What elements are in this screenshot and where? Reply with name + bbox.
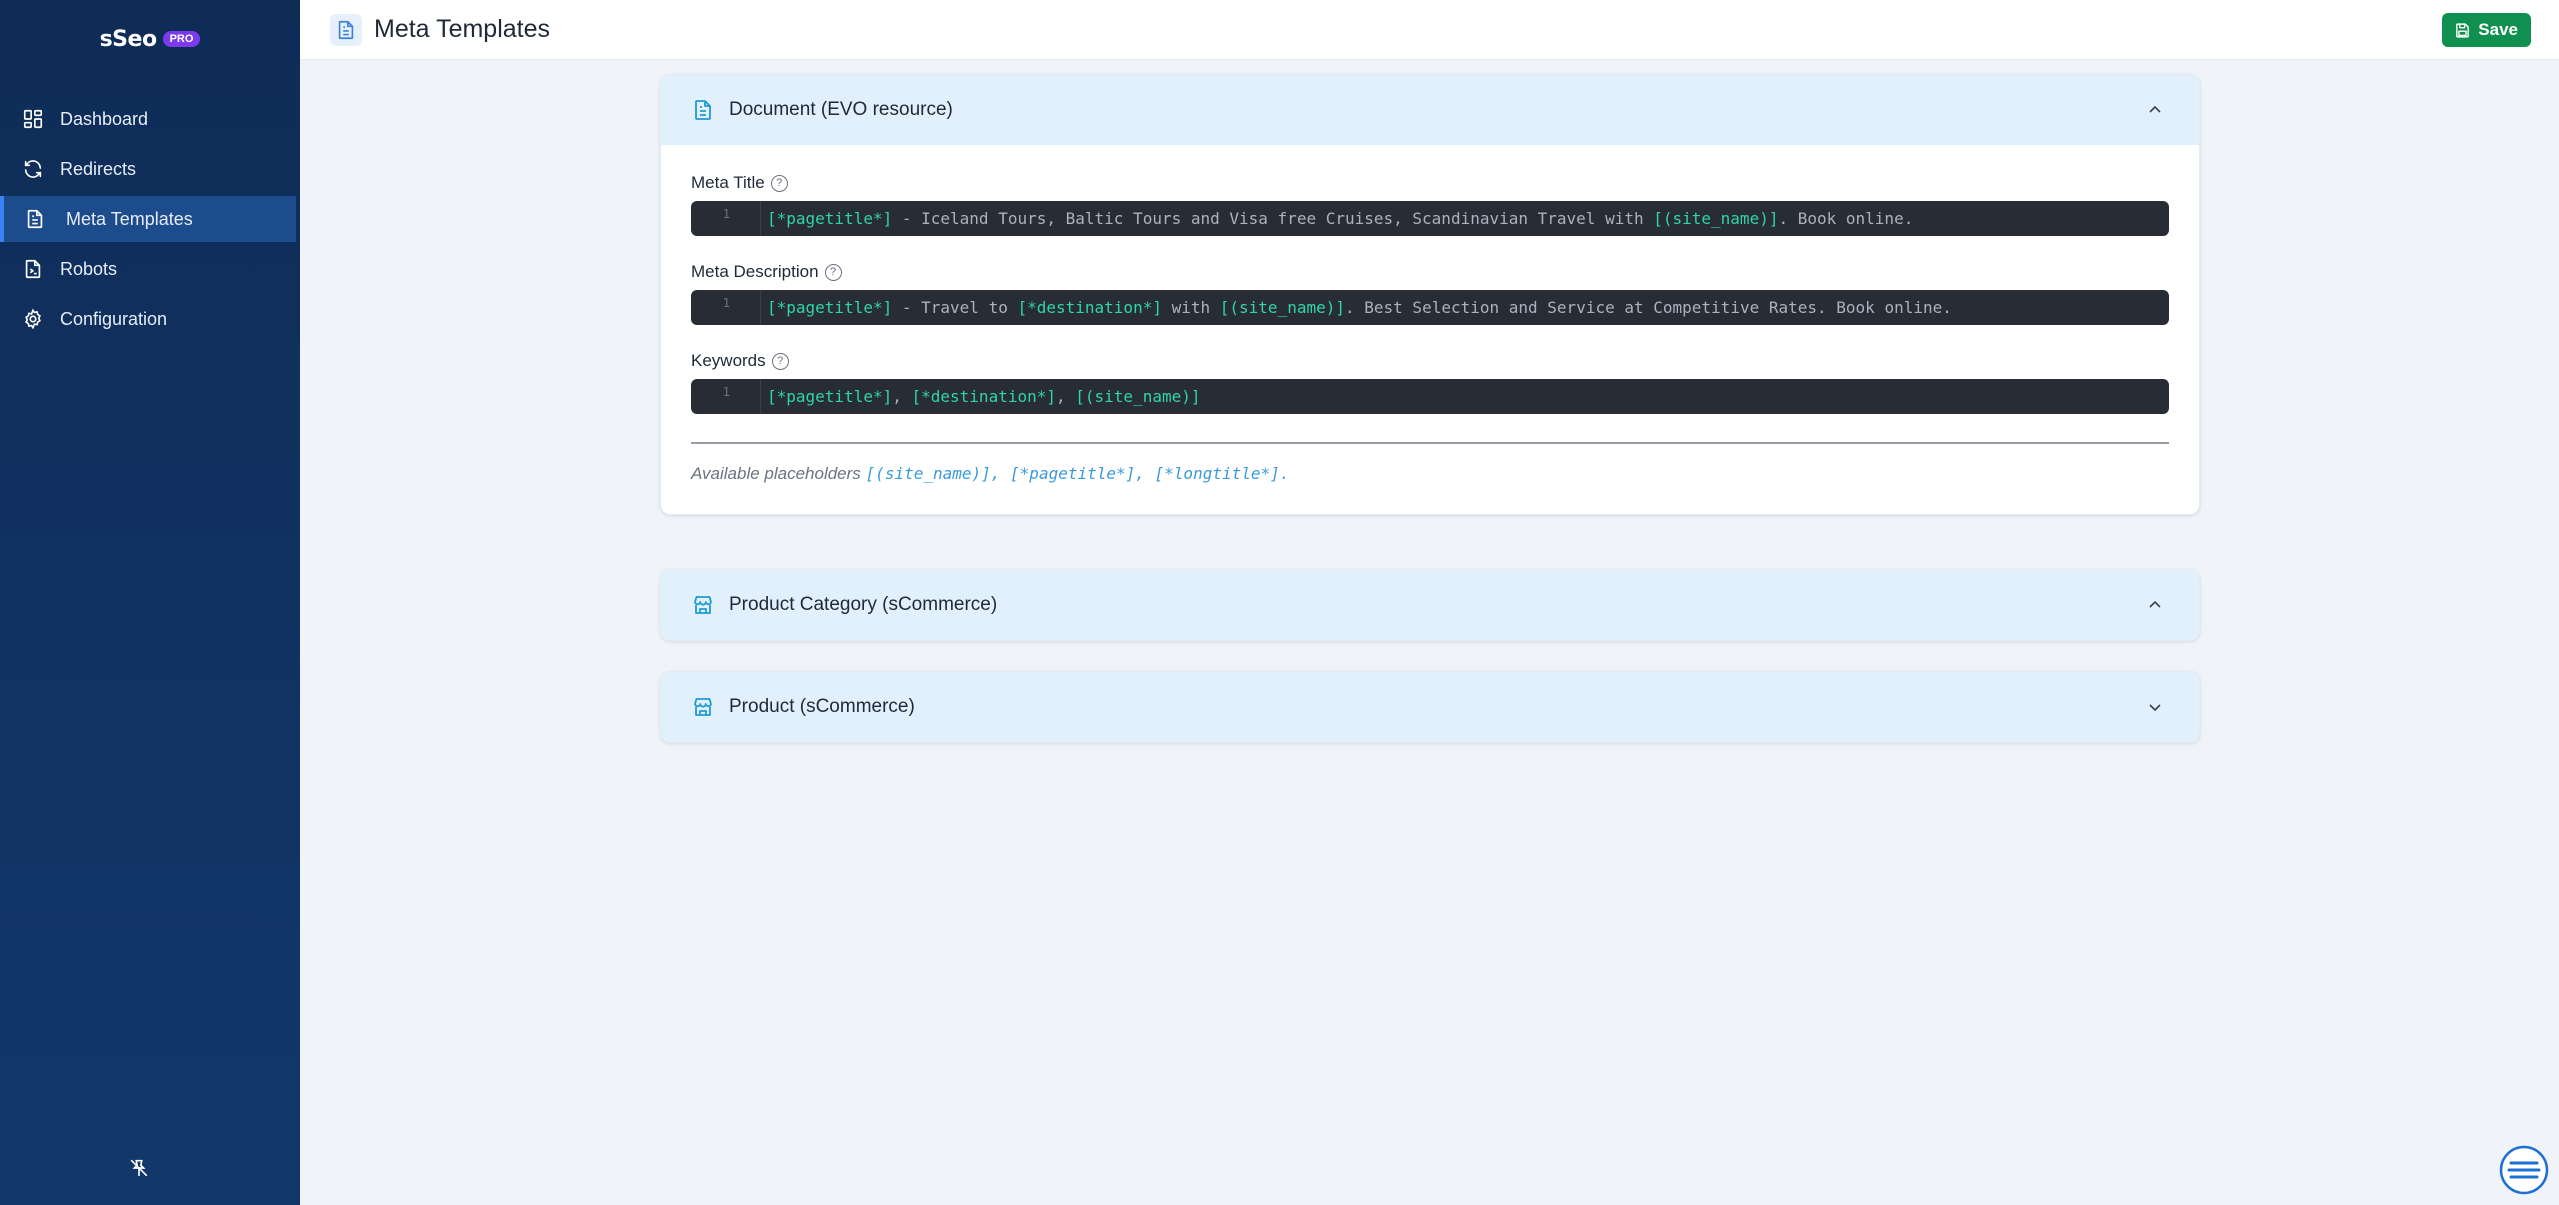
support-widget-icon[interactable]	[2499, 1145, 2549, 1195]
placeholder-token: [*pagetitle*]	[767, 209, 893, 228]
sidebar-nav: Dashboard Redirects Meta Templates Robot…	[0, 96, 300, 342]
placeholder-token: [(site_name)]	[1653, 209, 1779, 228]
panel-document: Document (EVO resource) Meta Title ? 1 […	[660, 74, 2200, 515]
chevron-up-icon[interactable]	[2147, 102, 2163, 118]
refresh-icon	[24, 160, 42, 178]
meta-title-editor[interactable]: 1 [*pagetitle*] - Iceland Tours, Baltic …	[691, 201, 2169, 236]
available-label: Available placeholders	[691, 464, 861, 483]
meta-description-editor[interactable]: 1 [*pagetitle*] - Travel to [*destinatio…	[691, 290, 2169, 325]
panel-product-category: Product Category (sCommerce)	[660, 569, 2200, 641]
meta-title-label: Meta Title ?	[691, 173, 2169, 193]
field-label-text: Meta Description	[691, 262, 819, 281]
page-title: Meta Templates	[374, 15, 551, 43]
chevron-down-icon[interactable]	[2147, 699, 2163, 715]
dashboard-icon	[23, 109, 43, 129]
text-token: ,	[1056, 387, 1076, 406]
sidebar-item-configuration[interactable]: Configuration	[0, 296, 300, 342]
save-button[interactable]: Save	[2442, 13, 2531, 47]
floppy-disk-icon	[2456, 22, 2470, 38]
panel-header-product[interactable]: Product (sCommerce)	[661, 672, 2199, 742]
line-number: 1	[691, 201, 761, 236]
panel-title: Product (sCommerce)	[729, 696, 915, 717]
brand-logo[interactable]: sSeo PRO	[0, 0, 300, 78]
help-icon[interactable]: ?	[771, 352, 789, 370]
keywords-editor[interactable]: 1 [*pagetitle*], [*destination*], [(site…	[691, 379, 2169, 414]
text-token: with	[1161, 298, 1220, 317]
field-label-text: Meta Title	[691, 173, 765, 192]
gear-icon	[25, 308, 41, 330]
available-list: [(site_name)], [*pagetitle*], [*longtitl…	[865, 464, 1290, 483]
brand-name: sSeo	[99, 26, 157, 52]
available-placeholders: Available placeholders [(site_name)], [*…	[691, 464, 2169, 484]
panel-body-document: Meta Title ? 1 [*pagetitle*] - Iceland T…	[661, 145, 2199, 514]
code-line: [*pagetitle*] - Iceland Tours, Baltic To…	[761, 209, 1913, 228]
document-icon	[27, 209, 43, 229]
line-number: 1	[691, 290, 761, 325]
store-icon	[694, 596, 712, 614]
text-token: - Travel to	[892, 298, 1018, 317]
document-icon	[338, 20, 354, 39]
page-title-icon	[330, 13, 362, 46]
store-icon	[694, 698, 712, 716]
help-icon[interactable]: ?	[770, 174, 788, 192]
text-token: - Iceland Tours, Baltic Tours and Visa f…	[892, 209, 1654, 228]
sidebar: sSeo PRO Dashboard Redirects Meta Templa…	[0, 0, 300, 1205]
help-icon[interactable]: ?	[824, 263, 842, 281]
top-bar: Meta Templates Save	[300, 0, 2559, 60]
panel-header-document[interactable]: Document (EVO resource)	[661, 75, 2199, 145]
sidebar-item-label: Meta Templates	[66, 208, 193, 229]
code-line: [*pagetitle*], [*destination*], [(site_n…	[761, 387, 1201, 406]
sidebar-item-label: Configuration	[60, 308, 168, 329]
robot-file-icon	[25, 259, 41, 279]
pro-badge: PRO	[162, 31, 201, 47]
panel-title: Document (EVO resource)	[729, 99, 953, 120]
sidebar-item-label: Redirects	[60, 158, 137, 179]
sidebar-item-meta-templates[interactable]: Meta Templates	[0, 196, 296, 242]
chevron-up-icon[interactable]	[2147, 597, 2163, 613]
sidebar-item-label: Robots	[60, 258, 118, 279]
meta-description-label: Meta Description ?	[691, 262, 2169, 282]
panel-product: Product (sCommerce)	[660, 671, 2200, 743]
sidebar-item-redirects[interactable]: Redirects	[0, 146, 300, 192]
line-number: 1	[691, 379, 761, 414]
sidebar-item-robots[interactable]: Robots	[0, 246, 300, 292]
placeholder-token: [*destination*]	[911, 387, 1057, 406]
unpin-icon[interactable]	[128, 1157, 150, 1179]
sidebar-item-dashboard[interactable]: Dashboard	[0, 96, 300, 142]
text-token: . Best Selection and Service at Competit…	[1345, 298, 1952, 317]
text-token: . Book online.	[1778, 209, 1914, 228]
save-label: Save	[2478, 20, 2518, 39]
divider	[691, 442, 2169, 444]
sidebar-item-label: Dashboard	[60, 108, 149, 129]
placeholder-token: [(site_name)]	[1219, 298, 1345, 317]
placeholder-token: [*pagetitle*]	[767, 298, 893, 317]
field-label-text: Keywords	[691, 351, 766, 370]
panel-header-product-category[interactable]: Product Category (sCommerce)	[661, 570, 2199, 640]
document-icon	[695, 100, 711, 120]
keywords-label: Keywords ?	[691, 351, 2169, 371]
placeholder-token: [*destination*]	[1017, 298, 1162, 317]
panel-title: Product Category (sCommerce)	[729, 594, 998, 615]
placeholder-token: [(site_name)]	[1075, 387, 1201, 406]
text-token: ,	[892, 387, 912, 406]
placeholder-token: [*pagetitle*]	[767, 387, 893, 406]
code-line: [*pagetitle*] - Travel to [*destination*…	[761, 298, 1952, 317]
